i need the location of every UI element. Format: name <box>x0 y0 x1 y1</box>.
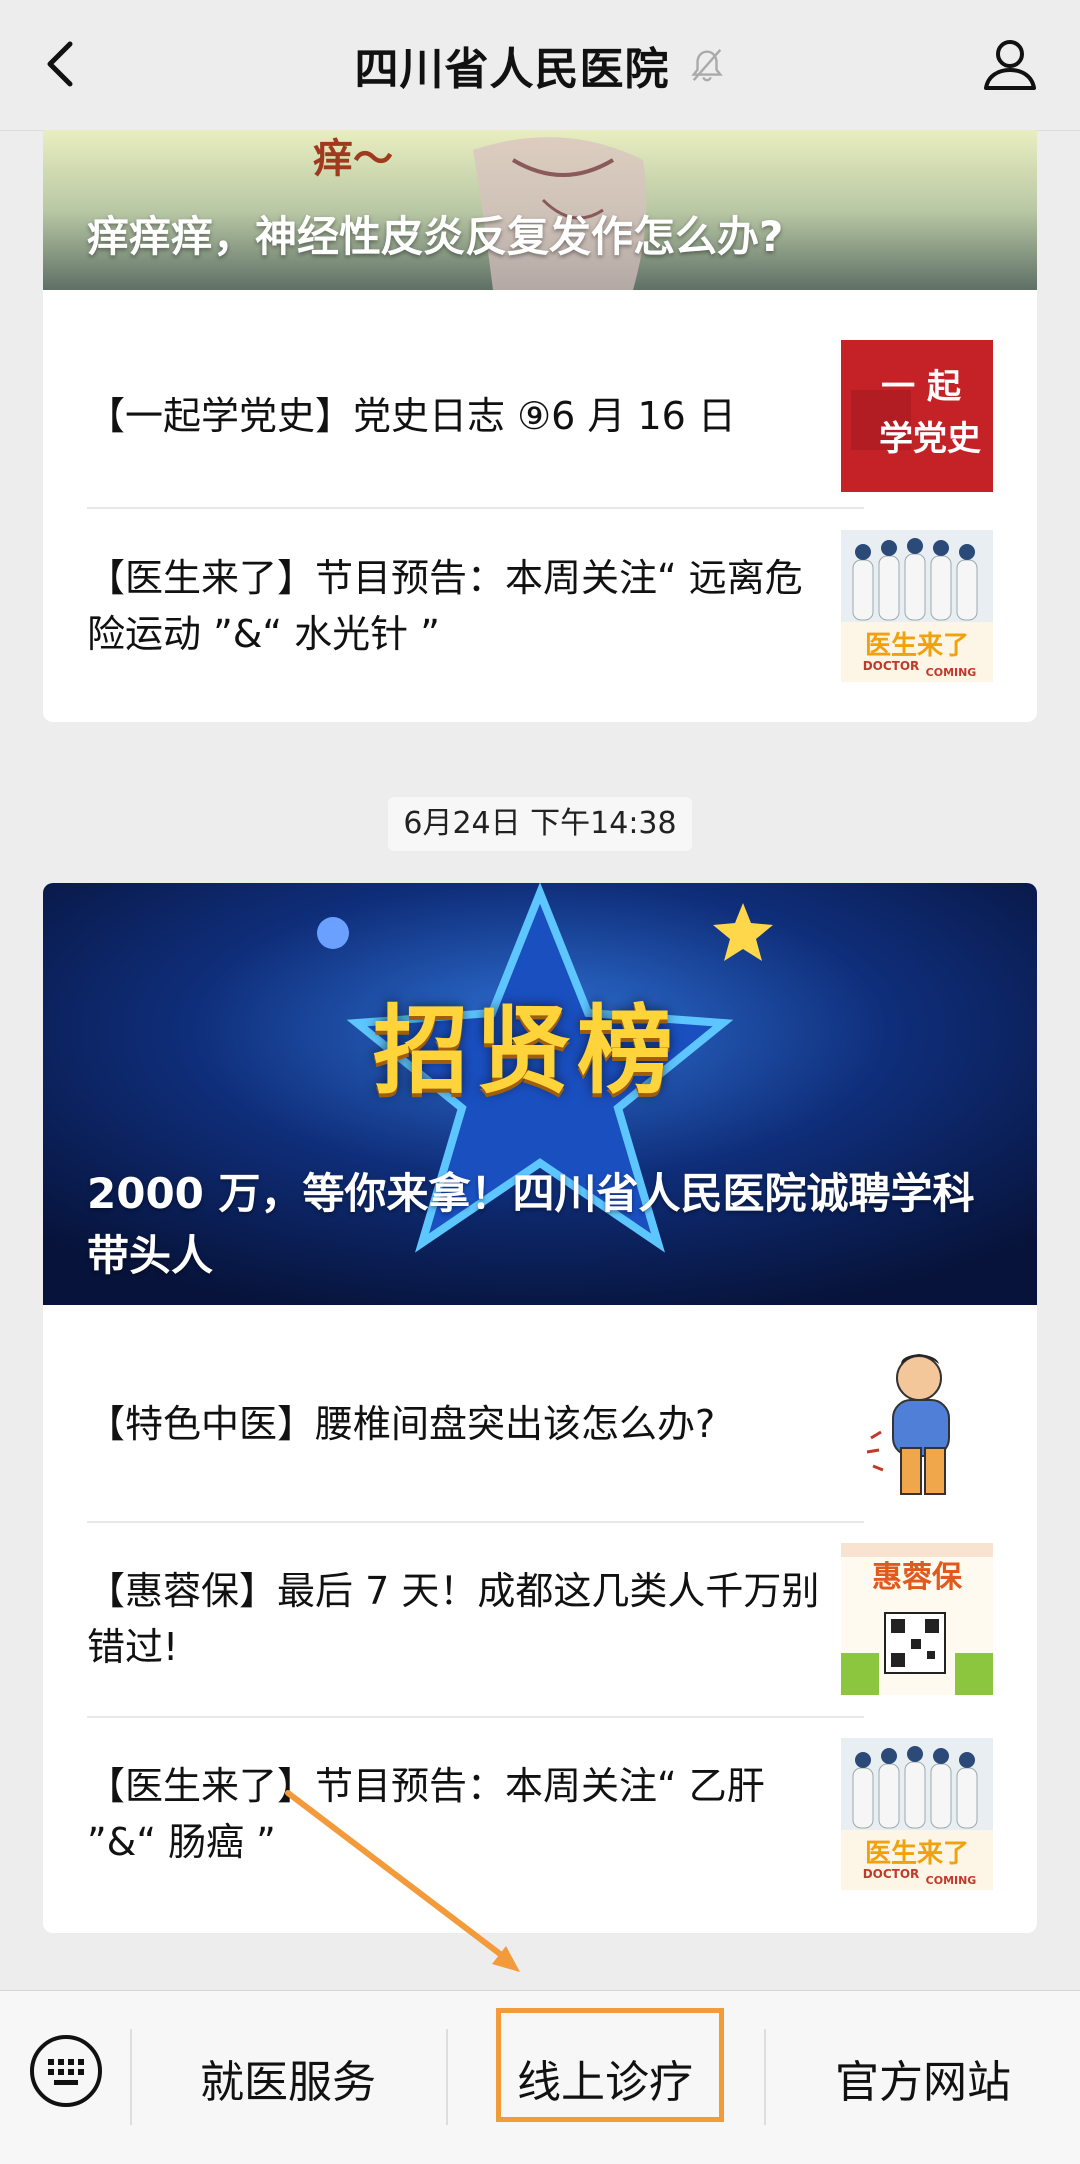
menu-official-website[interactable]: 官方网站 <box>766 1991 1080 2164</box>
menu-medical-services[interactable]: 就医服务 <box>132 1991 444 2164</box>
highlight-box <box>496 2008 724 2122</box>
annotation-arrow <box>285 1790 520 1972</box>
keyboard-icon[interactable] <box>28 2033 104 2109</box>
